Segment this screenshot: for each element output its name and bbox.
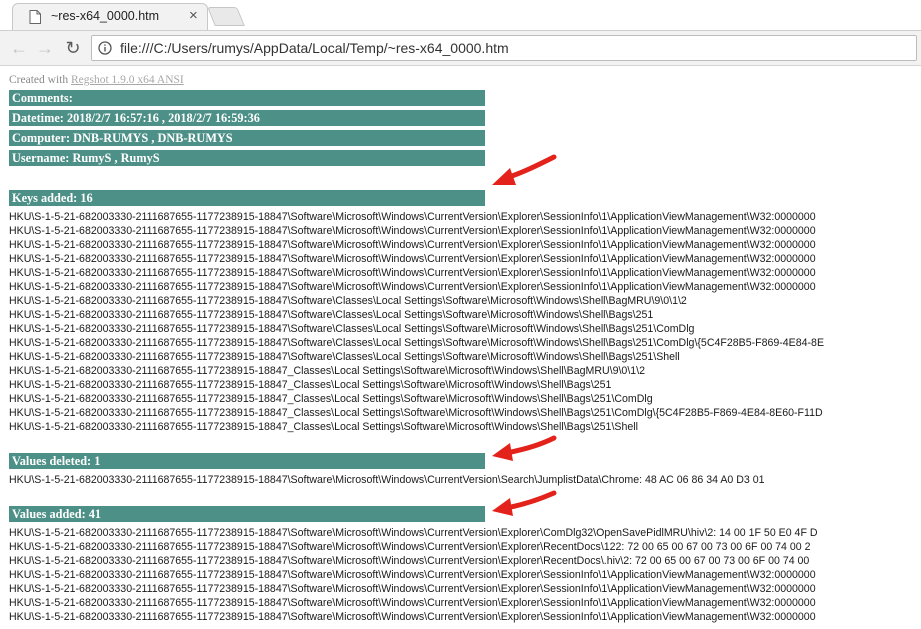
list-item: HKU\S-1-5-21-682003330-2111687655-117723… (9, 541, 811, 553)
list-item: HKU\S-1-5-21-682003330-2111687655-117723… (9, 365, 645, 377)
url-text[interactable]: file:///C:/Users/rumys/AppData/Local/Tem… (120, 40, 509, 56)
tab-strip: ~res-x64_0000.htm × (0, 0, 921, 31)
list-item: HKU\S-1-5-21-682003330-2111687655-117723… (9, 611, 816, 623)
red-arrow-icon (492, 154, 557, 185)
list-item: HKU\S-1-5-21-682003330-2111687655-117723… (9, 295, 687, 307)
tab-title: ~res-x64_0000.htm (51, 9, 160, 23)
values-added-header: Values added: 41 (9, 506, 485, 522)
list-item: HKU\S-1-5-21-682003330-2111687655-117723… (9, 267, 816, 279)
page-content: Created with Regshot 1.9.0 x64 ANSI Comm… (9, 72, 921, 624)
keys-added-list: HKU\S-1-5-21-682003330-2111687655-117723… (9, 210, 921, 434)
list-item: HKU\S-1-5-21-682003330-2111687655-117723… (9, 281, 816, 293)
list-item: HKU\S-1-5-21-682003330-2111687655-117723… (9, 583, 816, 595)
keys-added-header: Keys added: 16 (9, 190, 485, 206)
red-arrow-icon (492, 490, 557, 516)
list-item: HKU\S-1-5-21-682003330-2111687655-117723… (9, 407, 823, 419)
list-item: HKU\S-1-5-21-682003330-2111687655-117723… (9, 527, 818, 539)
values-deleted-header: Values deleted: 1 (9, 453, 485, 469)
back-icon[interactable]: ← (7, 36, 31, 60)
list-item: HKU\S-1-5-21-682003330-2111687655-117723… (9, 225, 816, 237)
created-with-line: Created with Regshot 1.9.0 x64 ANSI (9, 72, 921, 88)
reload-icon[interactable]: ↻ (61, 36, 85, 60)
close-tab-icon[interactable]: × (189, 7, 198, 24)
regshot-link[interactable]: Regshot 1.9.0 x64 ANSI (71, 74, 184, 86)
list-item: HKU\S-1-5-21-682003330-2111687655-117723… (9, 351, 680, 363)
list-item: HKU\S-1-5-21-682003330-2111687655-117723… (9, 239, 816, 251)
browser-toolbar: ← → ↻ file:///C:/Users/rumys/AppData/Loc… (0, 31, 921, 66)
username-header: Username: RumyS , RumyS (9, 150, 485, 166)
info-icon[interactable] (98, 41, 112, 55)
document-icon (29, 10, 41, 24)
list-item: HKU\S-1-5-21-682003330-2111687655-117723… (9, 309, 654, 321)
list-item: HKU\S-1-5-21-682003330-2111687655-117723… (9, 337, 825, 349)
new-tab-button[interactable] (207, 7, 245, 26)
red-arrow-icon (492, 435, 557, 461)
list-item: HKU\S-1-5-21-682003330-2111687655-117723… (9, 555, 810, 567)
list-item: HKU\S-1-5-21-682003330-2111687655-117723… (9, 323, 695, 335)
list-item: HKU\S-1-5-21-682003330-2111687655-117723… (9, 253, 816, 265)
values-deleted-list: HKU\S-1-5-21-682003330-2111687655-117723… (9, 473, 921, 487)
list-item: HKU\S-1-5-21-682003330-2111687655-117723… (9, 379, 612, 391)
forward-icon[interactable]: → (33, 36, 57, 60)
comments-header: Comments: (9, 90, 485, 106)
computer-header: Computer: DNB-RUMYS , DNB-RUMYS (9, 130, 485, 146)
list-item: HKU\S-1-5-21-682003330-2111687655-117723… (9, 393, 653, 405)
browser-tab[interactable]: ~res-x64_0000.htm × (12, 3, 208, 30)
list-item: HKU\S-1-5-21-682003330-2111687655-117723… (9, 569, 816, 581)
address-bar[interactable]: file:///C:/Users/rumys/AppData/Local/Tem… (91, 35, 917, 61)
list-item: HKU\S-1-5-21-682003330-2111687655-117723… (9, 474, 765, 486)
list-item: HKU\S-1-5-21-682003330-2111687655-117723… (9, 421, 638, 433)
created-prefix: Created with (9, 74, 71, 86)
list-item: HKU\S-1-5-21-682003330-2111687655-117723… (9, 211, 816, 223)
datetime-header: Datetime: 2018/2/7 16:57:16 , 2018/2/7 1… (9, 110, 485, 126)
list-item: HKU\S-1-5-21-682003330-2111687655-117723… (9, 597, 816, 609)
values-added-list: HKU\S-1-5-21-682003330-2111687655-117723… (9, 526, 921, 624)
